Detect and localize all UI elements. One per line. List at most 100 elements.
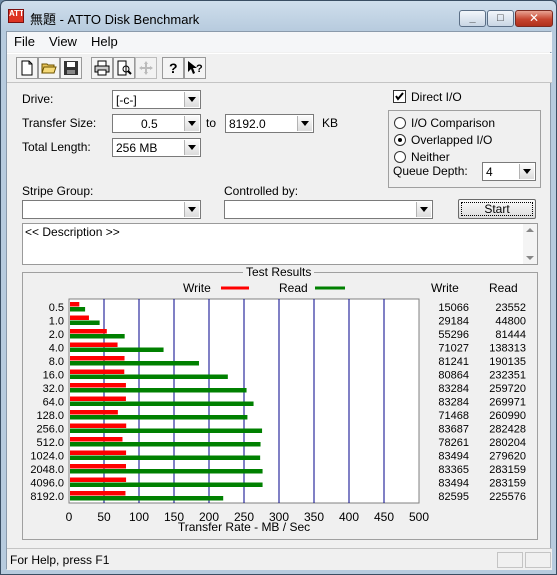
- io-comparison-radio[interactable]: [394, 117, 406, 129]
- read-bar: [70, 361, 199, 366]
- write-value-label: 71468: [438, 410, 469, 422]
- start-button[interactable]: Start: [458, 199, 536, 219]
- write-value-label: 83687: [438, 424, 469, 436]
- description-text: << Description >>: [25, 225, 120, 239]
- chevron-down-icon: [416, 202, 431, 217]
- chevron-down-icon: [297, 116, 312, 131]
- test-results-group: Test Results Write Read Write Read 0 50 10…: [22, 265, 538, 540]
- menu-help[interactable]: Help: [91, 34, 118, 50]
- menu-file[interactable]: File: [14, 34, 35, 50]
- neither-radio[interactable]: [394, 151, 406, 163]
- y-tick-label: 128.0: [36, 410, 64, 422]
- read-value-label: 280204: [489, 437, 526, 449]
- read-value-label: 44800: [495, 316, 526, 328]
- total-length-label: Total Length:: [22, 140, 91, 154]
- read-value-label: 81444: [495, 329, 526, 341]
- read-value-label: 138313: [489, 343, 526, 355]
- write-value-label: 81241: [438, 356, 469, 368]
- write-bar: [70, 450, 127, 455]
- help-icon: ?: [169, 60, 178, 76]
- x-tick-label: 50: [97, 510, 111, 524]
- x-tick-label: 450: [374, 510, 394, 524]
- y-tick-label: 256.0: [36, 424, 64, 436]
- write-value-label: 15066: [438, 302, 469, 314]
- move-button[interactable]: [135, 57, 157, 79]
- open-button[interactable]: [38, 57, 60, 79]
- print-icon: [94, 60, 110, 76]
- title-bar[interactable]: ATTO 無題 - ATTO Disk Benchmark _ □ ✕: [1, 1, 556, 31]
- write-bar: [70, 315, 89, 320]
- transfer-size-to-select[interactable]: 8192.0: [225, 114, 314, 133]
- read-value-label: 283159: [489, 478, 526, 490]
- transfer-size-from-select[interactable]: 0.5: [112, 114, 201, 133]
- queue-depth-value: 4: [486, 165, 493, 179]
- context-help-button[interactable]: ?: [184, 57, 206, 79]
- y-tick-label: 8.0: [49, 356, 64, 368]
- write-bar: [70, 383, 126, 388]
- maximize-button[interactable]: □: [487, 10, 514, 27]
- status-text: For Help, press F1: [10, 553, 110, 567]
- read-value-label: 282428: [489, 424, 526, 436]
- minimize-button[interactable]: _: [459, 10, 486, 27]
- print-button[interactable]: [91, 57, 113, 79]
- neither-label[interactable]: Neither: [411, 150, 450, 164]
- chevron-down-icon: [184, 202, 199, 217]
- write-bar: [70, 437, 123, 442]
- scroll-up-icon: [526, 228, 534, 232]
- chevron-down-icon: [519, 164, 534, 179]
- transfer-size-from-value: 0.5: [141, 117, 158, 131]
- read-bar: [70, 469, 263, 474]
- toolbar: ? ?: [7, 53, 552, 83]
- print-preview-button[interactable]: [113, 57, 135, 79]
- overlapped-io-radio[interactable]: [394, 134, 406, 146]
- y-tick-label: 2.0: [49, 329, 64, 341]
- results-chart: Write Read Write Read 0 50 100 150 200 250 300…: [30, 281, 526, 534]
- svg-text:?: ?: [196, 63, 203, 75]
- y-tick-label: 8192.0: [30, 491, 64, 503]
- print-preview-icon: [117, 60, 132, 76]
- drive-select[interactable]: [-c-]: [112, 90, 201, 109]
- write-bar: [70, 356, 125, 361]
- close-button[interactable]: ✕: [515, 10, 553, 27]
- direct-io-checkbox[interactable]: [393, 90, 406, 103]
- save-button[interactable]: [60, 57, 82, 79]
- io-comparison-label[interactable]: I/O Comparison: [411, 116, 495, 130]
- write-value-label: 71027: [438, 343, 469, 355]
- help-button[interactable]: ?: [162, 57, 184, 79]
- column-header-write: Write: [431, 281, 459, 295]
- write-bar: [70, 491, 126, 496]
- write-bar: [70, 477, 127, 482]
- checkmark-icon: [395, 92, 404, 101]
- read-bar: [70, 482, 263, 487]
- write-bar: [70, 329, 107, 334]
- svg-text:?: ?: [169, 60, 178, 76]
- read-bar: [70, 428, 263, 433]
- read-value-label: 232351: [489, 370, 526, 382]
- stripe-group-select[interactable]: [22, 200, 201, 219]
- y-tick-label: 32.0: [43, 383, 64, 395]
- menu-view[interactable]: View: [49, 34, 77, 50]
- description-scrollbar[interactable]: [523, 224, 537, 264]
- total-length-select[interactable]: 256 MB: [112, 138, 201, 157]
- controlled-by-select[interactable]: [224, 200, 433, 219]
- new-button[interactable]: [16, 57, 38, 79]
- write-bar: [70, 464, 126, 469]
- read-bar: [70, 415, 248, 420]
- queue-depth-label: Queue Depth:: [393, 164, 468, 178]
- overlapped-io-label[interactable]: Overlapped I/O: [411, 133, 492, 147]
- queue-depth-select[interactable]: 4: [482, 162, 536, 181]
- write-value-label: 83494: [438, 478, 469, 490]
- read-bar: [70, 442, 261, 447]
- move-icon: [139, 61, 153, 75]
- to-label: to: [206, 116, 217, 130]
- read-bar: [70, 347, 164, 352]
- description-textarea[interactable]: << Description >>: [22, 223, 538, 265]
- write-value-label: 83494: [438, 451, 469, 463]
- kb-label: KB: [322, 116, 339, 130]
- read-bar: [70, 320, 100, 325]
- read-value-label: 269971: [489, 397, 526, 409]
- legend-read-label: Read: [279, 281, 308, 295]
- x-tick-label: 100: [129, 510, 149, 524]
- read-value-label: 279620: [489, 451, 526, 463]
- atto-app-icon: ATTO: [8, 9, 24, 23]
